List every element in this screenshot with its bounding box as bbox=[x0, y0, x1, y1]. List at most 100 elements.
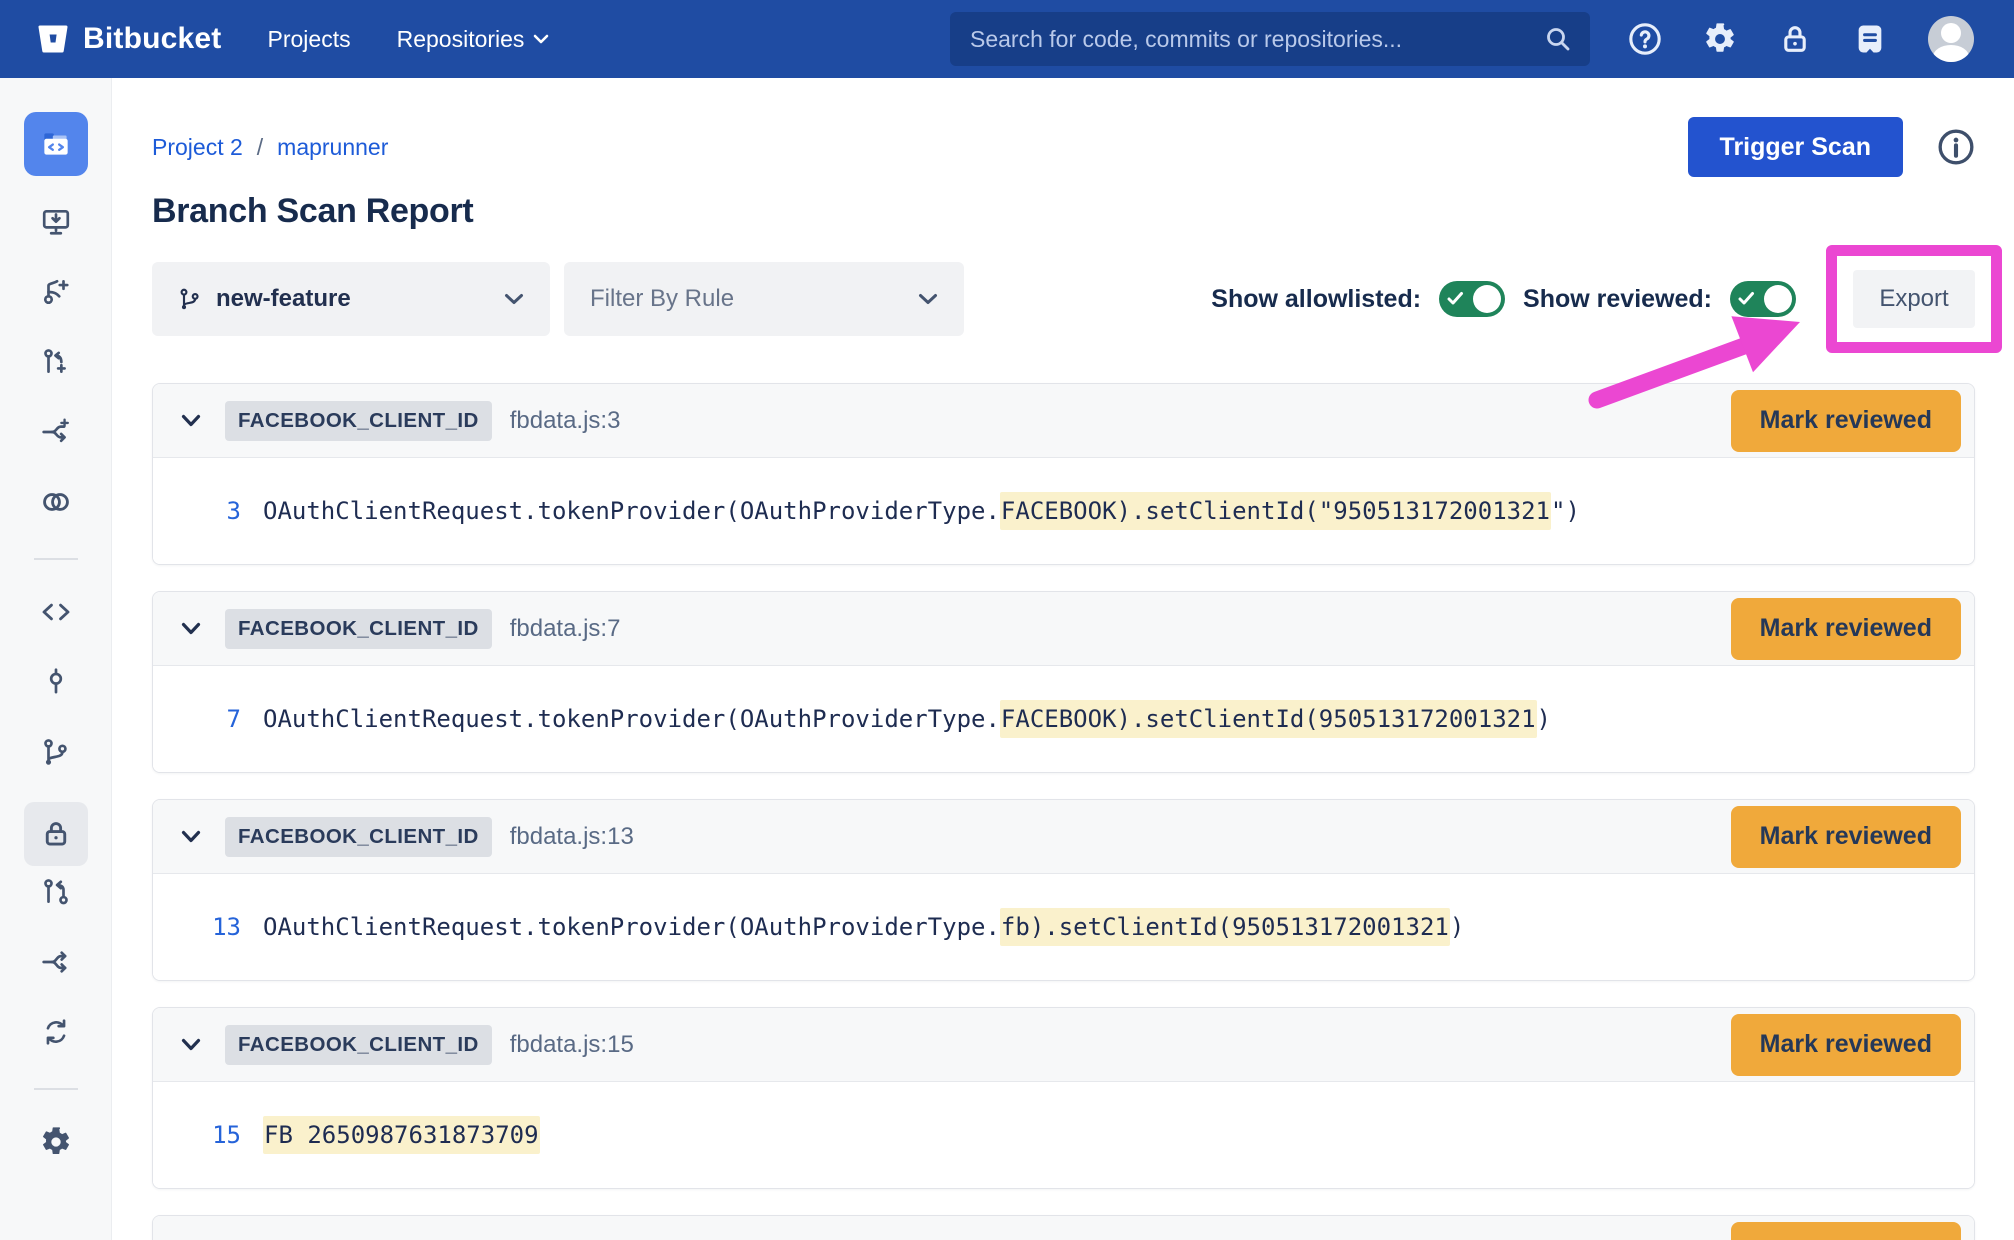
code-line: FB 2650987631873709 bbox=[263, 1121, 540, 1149]
export-button[interactable]: Export bbox=[1853, 270, 1975, 328]
sidebar-divider bbox=[34, 1088, 78, 1090]
folder-code-icon bbox=[38, 126, 74, 162]
mark-reviewed-button[interactable]: Mark reviewed bbox=[1731, 1014, 1961, 1076]
mark-reviewed-button[interactable]: Mark reviewed bbox=[1731, 1222, 1961, 1240]
code-brackets-icon bbox=[40, 596, 72, 628]
code-pre: OAuthClientRequest.tokenProvider(OAuthPr… bbox=[263, 913, 1000, 941]
code-post: ) bbox=[1450, 913, 1464, 941]
check-icon bbox=[1447, 291, 1464, 306]
trigger-scan-button[interactable]: Trigger Scan bbox=[1688, 117, 1903, 177]
chevron-down-icon[interactable] bbox=[181, 830, 201, 843]
breadcrumb-separator: / bbox=[257, 134, 263, 161]
finding-code-row: 13 OAuthClientRequest.tokenProvider(OAut… bbox=[153, 874, 1974, 980]
finding-header: FACEBOOK_CLIENT_ID fbdata.js:15 Mark rev… bbox=[153, 1008, 1974, 1082]
line-number: 15 bbox=[193, 1121, 241, 1149]
sidebar-item-clone[interactable] bbox=[36, 202, 76, 242]
annotation-highlight-box: Export bbox=[1826, 245, 2002, 353]
nav-repositories[interactable]: Repositories bbox=[397, 26, 550, 53]
file-location: fbdata.js:15 bbox=[510, 1031, 634, 1059]
finding-header: FACEBOOK_CLIENT_ID fbdata.js:3 Mark revi… bbox=[153, 384, 1974, 458]
sidebar-item-repository[interactable] bbox=[24, 112, 88, 176]
branch-selector-value: new-feature bbox=[216, 285, 351, 313]
sidebar-divider bbox=[34, 558, 78, 560]
show-reviewed-toggle[interactable] bbox=[1730, 281, 1796, 317]
toolbar: new-feature Filter By Rule Show allowlis… bbox=[152, 262, 1975, 336]
sidebar-item-compare[interactable] bbox=[36, 482, 76, 522]
sidebar-item-fork[interactable] bbox=[36, 412, 76, 452]
brand-name: Bitbucket bbox=[83, 22, 222, 56]
file-location: fbdata.js:7 bbox=[510, 615, 621, 643]
sidebar-item-pull-requests[interactable] bbox=[36, 872, 76, 912]
show-allowlisted-label: Show allowlisted: bbox=[1211, 285, 1421, 314]
main-content: Project 2 / maprunner Trigger Scan Branc… bbox=[112, 78, 2014, 1240]
chevron-down-icon[interactable] bbox=[181, 1038, 201, 1051]
breadcrumb-repo-link[interactable]: maprunner bbox=[277, 134, 388, 161]
search-icon[interactable] bbox=[1544, 25, 1572, 53]
file-location: fbdata.js:3 bbox=[510, 407, 621, 435]
mark-reviewed-button[interactable]: Mark reviewed bbox=[1731, 390, 1961, 452]
sidebar-item-security-scan[interactable] bbox=[24, 802, 88, 866]
sidebar-item-commits[interactable] bbox=[36, 662, 76, 702]
finding-card: FACEBOOK_CLIENT_ID fbdata.js:7 Mark revi… bbox=[152, 591, 1975, 773]
sidebar-item-create-branch[interactable] bbox=[36, 272, 76, 312]
changelog-icon[interactable] bbox=[1853, 22, 1887, 56]
branch-selector-dropdown[interactable]: new-feature bbox=[152, 262, 550, 336]
bitbucket-mark-icon bbox=[36, 22, 70, 56]
branch-icon bbox=[41, 737, 71, 767]
sidebar-item-builds[interactable] bbox=[36, 1012, 76, 1052]
rule-filter-placeholder: Filter By Rule bbox=[590, 285, 734, 313]
help-icon[interactable] bbox=[1628, 22, 1662, 56]
finding-header: FACEBOOK_CLIENT_ID fbdata.js:7 Mark revi… bbox=[153, 592, 1974, 666]
breadcrumb: Project 2 / maprunner bbox=[152, 134, 388, 161]
top-navbar: Bitbucket Projects Repositories bbox=[0, 0, 2014, 78]
rule-badge: FACEBOOK_CLIENT_ID bbox=[225, 1025, 492, 1065]
code-post: ) bbox=[1537, 705, 1551, 733]
mark-reviewed-button[interactable]: Mark reviewed bbox=[1731, 806, 1961, 868]
finding-card: FACEBOOK_CLIENT_ID fbdata.js:15 Mark rev… bbox=[152, 1007, 1975, 1189]
toggle-group: Show allowlisted: Show reviewed: bbox=[1211, 281, 1796, 317]
rule-filter-dropdown[interactable]: Filter By Rule bbox=[564, 262, 964, 336]
branch-icon bbox=[178, 286, 202, 312]
secret-highlight: FACEBOOK).setClientId(950513172001321 bbox=[1000, 700, 1537, 738]
overlapping-circles-icon bbox=[40, 486, 72, 518]
code-post: ") bbox=[1551, 497, 1580, 525]
fork-plus-icon bbox=[41, 417, 71, 447]
info-icon[interactable] bbox=[1937, 128, 1975, 166]
pull-request-plus-icon bbox=[41, 347, 71, 377]
gear-icon bbox=[40, 1126, 72, 1158]
sidebar-item-settings[interactable] bbox=[36, 1122, 76, 1162]
chevron-down-icon bbox=[504, 293, 524, 305]
sync-icon bbox=[41, 1017, 71, 1047]
chevron-down-icon bbox=[533, 34, 549, 44]
show-allowlisted-toggle[interactable] bbox=[1439, 281, 1505, 317]
chevron-down-icon bbox=[918, 293, 938, 305]
chevron-down-icon[interactable] bbox=[181, 622, 201, 635]
search-input[interactable] bbox=[970, 26, 1544, 53]
chevron-down-icon[interactable] bbox=[181, 414, 201, 427]
rule-badge: FACEBOOK_CLIENT_ID bbox=[225, 609, 492, 649]
secret-highlight: FB 2650987631873709 bbox=[263, 1116, 540, 1154]
lock-icon[interactable] bbox=[1778, 22, 1812, 56]
nav-projects[interactable]: Projects bbox=[268, 26, 351, 53]
code-line: OAuthClientRequest.tokenProvider(OAuthPr… bbox=[263, 705, 1551, 733]
line-number: 3 bbox=[193, 497, 241, 525]
secret-highlight: FACEBOOK).setClientId("950513172001321 bbox=[1000, 492, 1551, 530]
fork-icon bbox=[41, 947, 71, 977]
rule-badge: FACEBOOK_CLIENT_ID bbox=[225, 817, 492, 857]
finding-card: FACEBOOK_CLIENT_ID fbdata.js:3 Mark revi… bbox=[152, 383, 1975, 565]
sidebar-item-branches[interactable] bbox=[36, 732, 76, 772]
sidebar-item-forks[interactable] bbox=[36, 942, 76, 982]
sidebar-item-source[interactable] bbox=[36, 592, 76, 632]
mark-reviewed-button[interactable]: Mark reviewed bbox=[1731, 598, 1961, 660]
global-search[interactable] bbox=[950, 12, 1590, 66]
line-number: 13 bbox=[193, 913, 241, 941]
sidebar-item-create-pull-request[interactable] bbox=[36, 342, 76, 382]
show-reviewed-label: Show reviewed: bbox=[1523, 285, 1712, 314]
finding-header: Mark reviewed bbox=[153, 1216, 1974, 1240]
user-avatar[interactable] bbox=[1928, 16, 1974, 62]
finding-code-row: 7 OAuthClientRequest.tokenProvider(OAuth… bbox=[153, 666, 1974, 772]
gear-icon[interactable] bbox=[1703, 22, 1737, 56]
bitbucket-logo[interactable]: Bitbucket bbox=[36, 22, 222, 56]
finding-code-row: 15 FB 2650987631873709 bbox=[153, 1082, 1974, 1188]
breadcrumb-project-link[interactable]: Project 2 bbox=[152, 134, 243, 161]
